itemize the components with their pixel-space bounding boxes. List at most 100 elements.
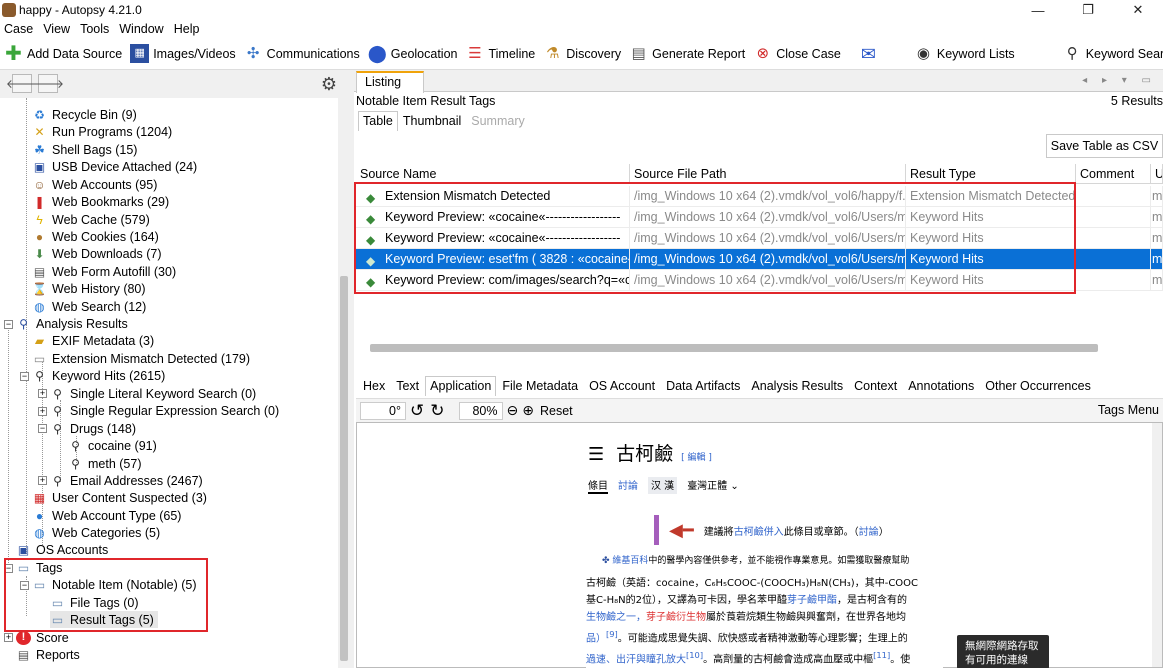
collapse-toggle-icon[interactable]: − [20, 372, 29, 381]
globe-icon: ◍ [34, 525, 45, 540]
collapse-toggle-icon[interactable]: − [38, 424, 47, 433]
menu-view[interactable]: View [39, 22, 74, 36]
tree-item-shell-bags[interactable]: ☘ Shell Bags (15) [32, 141, 137, 158]
email-button[interactable]: ✉ [855, 40, 886, 68]
tab-file-metadata[interactable]: File Metadata [497, 376, 583, 396]
column-comment[interactable]: Comment [1076, 164, 1151, 184]
scrollbar-thumb[interactable] [340, 276, 348, 661]
tree-label: Web Cache (579) [52, 212, 150, 227]
minimize-button[interactable]: — [1013, 0, 1063, 20]
tree-item-cocaine[interactable]: ⚲ cocaine (91) [68, 437, 157, 454]
keyword-search-label: Keyword Search [1085, 46, 1163, 61]
add-data-source-button[interactable]: ✚ Add Data Source [0, 40, 126, 68]
tags-menu-button[interactable]: Tags Menu [1098, 403, 1159, 417]
tab-analysis-results[interactable]: Analysis Results [746, 376, 848, 396]
tree-label: Shell Bags (15) [52, 142, 138, 157]
tab-hex[interactable]: Hex [358, 376, 390, 396]
communications-button[interactable]: ✣ Communications [240, 40, 364, 68]
rotate-right-icon[interactable]: ↻ [430, 401, 444, 421]
tab-context[interactable]: Context [849, 376, 902, 396]
tree-item-extension-mismatch[interactable]: ▭ Extension Mismatch Detected (179) [32, 350, 250, 367]
tree-item-recycle-bin[interactable]: ♻ Recycle Bin (9) [32, 106, 137, 123]
tree-item-web-history[interactable]: ⌛ Web History (80) [32, 280, 146, 297]
close-case-button[interactable]: ⊗ Close Case [749, 40, 845, 68]
cell-u: m [1151, 186, 1163, 207]
menu-case[interactable]: Case [0, 22, 37, 36]
merge-discuss-link: 討論 [858, 526, 879, 538]
rotation-field[interactable]: 0° [360, 401, 406, 420]
tree-item-drugs[interactable]: ⚲ Drugs (148) [50, 420, 136, 437]
timeline-button[interactable]: ☰ Timeline [461, 40, 539, 68]
table-horizontal-scrollbar[interactable] [370, 344, 1098, 352]
zoom-field[interactable]: 80% [458, 401, 503, 420]
tree-item-os-accounts[interactable]: ▣ OS Accounts [16, 541, 108, 558]
tab-data-artifacts[interactable]: Data Artifacts [661, 376, 745, 396]
tab-text[interactable]: Text [391, 376, 424, 396]
tree-item-user-content[interactable]: ▦ User Content Suspected (3) [32, 489, 207, 506]
expand-toggle-icon[interactable]: + [38, 389, 47, 398]
user-icon: ● [35, 508, 44, 523]
column-result-type[interactable]: Result Type [906, 164, 1076, 184]
maximize-button[interactable]: ❐ [1063, 0, 1113, 20]
tree-item-meth[interactable]: ⚲ meth (57) [68, 455, 141, 472]
expand-toggle-icon[interactable]: + [4, 633, 13, 642]
reset-button[interactable]: Reset [540, 404, 573, 418]
zoom-in-icon[interactable]: ⊕ [522, 402, 534, 419]
geolocation-button[interactable]: ⬤ Geolocation [364, 40, 462, 68]
tree-item-reports[interactable]: ▤ Reports [16, 646, 80, 663]
tab-scroll-arrows-icon[interactable]: ◂ ▸ ▾ ▭ [1082, 75, 1157, 86]
tree-item-exif-metadata[interactable]: ▰ EXIF Metadata (3) [32, 332, 154, 349]
plus-icon: ✚ [5, 42, 22, 65]
expand-toggle-icon[interactable]: + [38, 476, 47, 485]
tree-item-web-cache[interactable]: ϟ Web Cache (579) [32, 211, 150, 228]
tab-application[interactable]: Application [425, 376, 497, 396]
rotate-left-icon[interactable]: ↺ [410, 401, 424, 421]
menu-window[interactable]: Window [115, 22, 167, 36]
tree-item-web-form-autofill[interactable]: ▤ Web Form Autofill (30) [32, 263, 176, 280]
viewer-scrollbar[interactable] [1152, 423, 1162, 667]
body-line: 過速、出汗與瞳孔放大[10]。高劑量的古柯鹼會造成高血壓或中樞[11]。使 [586, 647, 943, 668]
tree-item-web-downloads[interactable]: ⬇ Web Downloads (7) [32, 245, 162, 262]
tree-item-web-accounts[interactable]: ☺ Web Accounts (95) [32, 176, 157, 193]
tree-item-web-categories[interactable]: ◍ Web Categories (5) [32, 524, 160, 541]
menu-help[interactable]: Help [170, 22, 204, 36]
column-source-name[interactable]: Source Name [356, 164, 630, 184]
tab-summary[interactable]: Summary [466, 111, 529, 131]
tree-item-keyword-hits[interactable]: ⚲ Keyword Hits (2615) [32, 367, 165, 384]
zoom-out-icon[interactable]: ⊖ [507, 402, 519, 419]
tree-label: Web Downloads (7) [52, 246, 162, 261]
body-line: 基C-H₈N的2位），又譯為可卡因，學名苯甲醯芽子鹼甲酯，是古柯含有的 [586, 592, 943, 609]
tree-item-web-account-type[interactable]: ● Web Account Type (65) [32, 507, 182, 524]
tree-item-single-literal[interactable]: ⚲ Single Literal Keyword Search (0) [50, 385, 256, 402]
tree-item-run-programs[interactable]: ✕ Run Programs (1204) [32, 123, 172, 140]
keyword-lists-button[interactable]: ◉ Keyword Lists [910, 40, 1019, 68]
column-u[interactable]: U [1151, 164, 1163, 184]
tree-item-email-addresses[interactable]: ⚲ Email Addresses (2467) [50, 472, 203, 489]
save-table-csv-button[interactable]: Save Table as CSV [1046, 134, 1163, 158]
expand-toggle-icon[interactable]: + [38, 407, 47, 416]
images-videos-button[interactable]: ▦ Images/Videos [126, 40, 239, 68]
tree-item-usb-device[interactable]: ▣ USB Device Attached (24) [32, 158, 197, 175]
generate-report-button[interactable]: ▤ Generate Report [625, 40, 749, 68]
tree-item-web-search[interactable]: ◍ Web Search (12) [32, 298, 146, 315]
tab-table[interactable]: Table [358, 111, 398, 131]
close-button[interactable]: ✕ [1113, 0, 1163, 20]
keyword-search-button[interactable]: ⚲ Keyword Search [1059, 40, 1163, 68]
tree-item-single-regex[interactable]: ⚲ Single Regular Expression Search (0) [50, 402, 279, 419]
tab-listing[interactable]: Listing [356, 71, 424, 93]
tab-other-occurrences[interactable]: Other Occurrences [980, 376, 1096, 396]
tree-item-analysis-results[interactable]: ⚲ Analysis Results [16, 315, 128, 332]
column-source-file-path[interactable]: Source File Path [630, 164, 906, 184]
collapse-toggle-icon[interactable]: − [4, 320, 13, 329]
tree-scrollbar[interactable] [338, 98, 350, 668]
forward-arrow-icon[interactable]: 🡒 [32, 74, 64, 93]
gear-icon[interactable]: ⚙ [318, 73, 340, 95]
menu-tools[interactable]: Tools [76, 22, 113, 36]
discovery-button[interactable]: ⚗ Discovery [539, 40, 625, 68]
tab-os-account[interactable]: OS Account [584, 376, 660, 396]
tab-annotations[interactable]: Annotations [903, 376, 979, 396]
tree-item-web-cookies[interactable]: ● Web Cookies (164) [32, 228, 159, 245]
tree-item-web-bookmarks[interactable]: ❚ Web Bookmarks (29) [32, 193, 169, 210]
back-arrow-icon[interactable]: 🡐 [6, 74, 38, 93]
tab-thumbnail[interactable]: Thumbnail [398, 111, 466, 131]
